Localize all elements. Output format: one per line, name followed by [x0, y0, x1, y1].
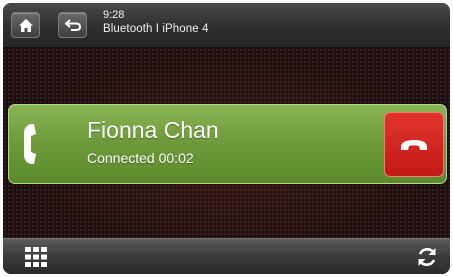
status-area: 9:28 Bluetooth I iPhone 4: [103, 9, 209, 36]
home-button[interactable]: [11, 12, 40, 38]
call-status: Connected 00:02: [87, 150, 194, 166]
home-icon: [18, 18, 33, 32]
bottom-bar: [3, 238, 450, 274]
call-screen: 9:28 Bluetooth I iPhone 4 Fionna Chan Co…: [3, 3, 450, 274]
back-icon: [64, 19, 81, 31]
grid-menu-icon[interactable]: [25, 247, 47, 267]
connection-source: Bluetooth I iPhone 4: [103, 23, 209, 35]
refresh-icon[interactable]: [415, 245, 439, 269]
end-call-icon: [401, 139, 427, 150]
back-button[interactable]: [58, 12, 87, 38]
caller-name: Fionna Chan: [87, 117, 219, 143]
end-call-button[interactable]: [384, 112, 444, 177]
call-area: Fionna Chan Connected 00:02: [3, 48, 450, 239]
active-call-bar: Fionna Chan Connected 00:02: [8, 104, 447, 184]
top-bar: 9:28 Bluetooth I iPhone 4: [3, 3, 450, 48]
phone-icon: [24, 124, 36, 164]
clock-time: 9:28: [103, 9, 125, 21]
